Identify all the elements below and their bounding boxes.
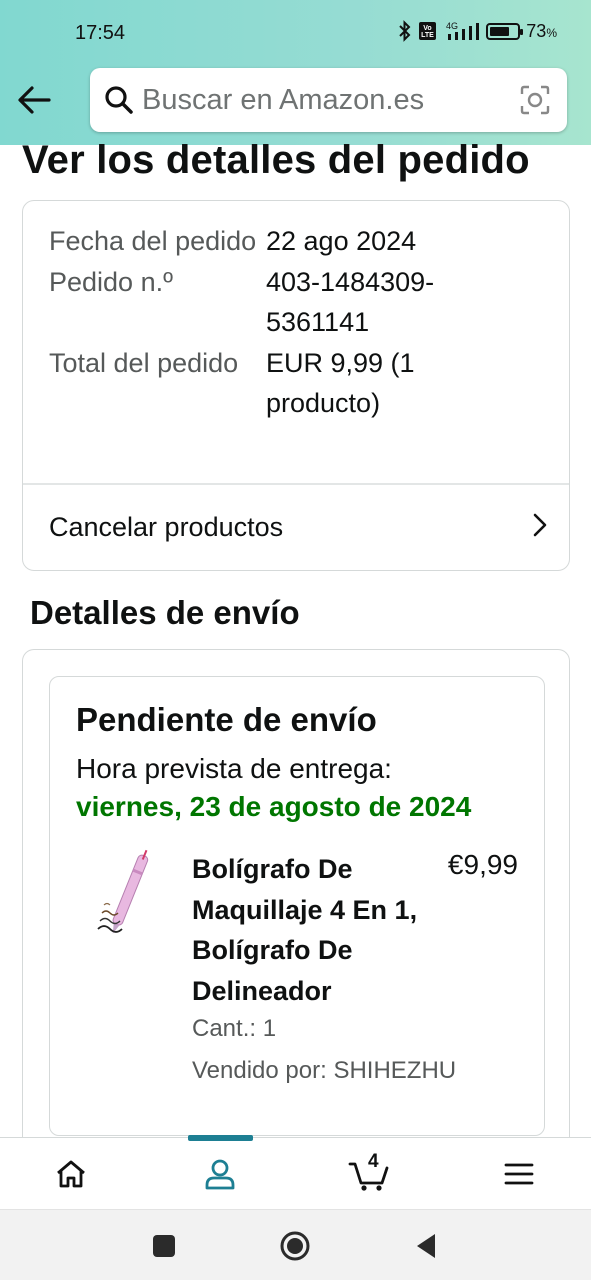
app-header: 17:54 Vo LTE 4G 73% <box>0 0 591 145</box>
cancel-products-row[interactable]: Cancelar productos <box>23 485 569 569</box>
nav-home[interactable] <box>31 1138 111 1210</box>
nav-account[interactable] <box>180 1138 260 1210</box>
circle-icon <box>280 1231 310 1261</box>
order-summary: Fecha del pedido 22 ago 2024 Pedido n.º … <box>49 221 549 424</box>
chevron-right-icon <box>531 512 549 543</box>
search-bar[interactable] <box>90 68 567 132</box>
summary-label: Pedido n.º <box>49 266 173 297</box>
search-icon[interactable] <box>104 85 134 115</box>
battery-fill <box>490 26 510 36</box>
signal-icon: 4G <box>444 20 480 42</box>
summary-row-total: Total del pedido EUR 9,99 (1 producto) <box>49 343 549 424</box>
search-input[interactable] <box>142 83 519 117</box>
home-system-button[interactable] <box>277 1228 313 1264</box>
square-icon <box>153 1235 175 1257</box>
home-icon <box>57 1160 85 1188</box>
eta-label: Hora prevista de entrega: <box>76 753 392 784</box>
system-navigation-bar <box>0 1209 591 1280</box>
menu-icon <box>504 1163 534 1185</box>
nav-cart[interactable]: 4 <box>330 1138 410 1210</box>
summary-label: Total del pedido <box>49 347 239 378</box>
camera-icon[interactable] <box>519 85 551 115</box>
summary-label: Fecha del pedido <box>49 226 257 256</box>
order-summary-card: Fecha del pedido 22 ago 2024 Pedido n.º … <box>22 200 570 571</box>
bluetooth-icon <box>398 20 412 42</box>
product-price: €9,99 <box>447 849 518 880</box>
svg-text:Vo: Vo <box>424 25 432 32</box>
back-system-button[interactable] <box>408 1228 444 1264</box>
summary-row-date: Fecha del pedido 22 ago 2024 <box>49 221 549 262</box>
svg-text:LTE: LTE <box>421 32 434 39</box>
shipment-status: Pendiente de envío <box>76 701 377 738</box>
battery-icon <box>486 22 524 40</box>
eta-date: viernes, 23 de agosto de 2024 <box>76 791 472 822</box>
volte-icon: Vo LTE <box>418 20 438 42</box>
bottom-nav: 4 <box>0 1135 591 1210</box>
cart-count-badge: 4 <box>368 1151 379 1172</box>
account-icon <box>205 1159 235 1190</box>
status-icons: Vo LTE 4G 73% <box>398 20 557 42</box>
back-button[interactable] <box>14 80 54 120</box>
cancel-products-label: Cancelar productos <box>49 511 284 542</box>
arrow-left-icon <box>18 86 51 114</box>
product-seller: Vendido por: SHIHEZHU <box>192 1057 457 1084</box>
network-type: 4G <box>446 21 458 31</box>
product-image[interactable] <box>94 847 150 943</box>
battery-unit: % <box>546 25 557 40</box>
battery-percent: 73 <box>526 20 547 41</box>
status-time: 17:54 <box>75 22 126 44</box>
product-quantity: Cant.: 1 <box>192 1015 277 1042</box>
shipping-section-title: Detalles de envío <box>30 594 300 631</box>
shipping-card: Pendiente de envío Hora prevista de entr… <box>22 649 570 1169</box>
recent-apps-button[interactable] <box>146 1228 182 1264</box>
order-total: EUR 9,99 (1 producto) <box>266 347 415 419</box>
product-title-link[interactable]: Bolígrafo De Maquillaje 4 En 1, Bolígraf… <box>192 849 422 1011</box>
triangle-back-icon <box>417 1234 435 1258</box>
nav-menu[interactable] <box>479 1138 559 1210</box>
page-title: Ver los detalles del pedido <box>22 138 530 182</box>
shipment-card: Pendiente de envío Hora prevista de entr… <box>49 676 545 1136</box>
order-date: 22 ago 2024 <box>266 226 417 256</box>
summary-row-number: Pedido n.º 403-1484309-5361141 <box>49 262 549 343</box>
order-number: 403-1484309-5361141 <box>266 266 435 338</box>
